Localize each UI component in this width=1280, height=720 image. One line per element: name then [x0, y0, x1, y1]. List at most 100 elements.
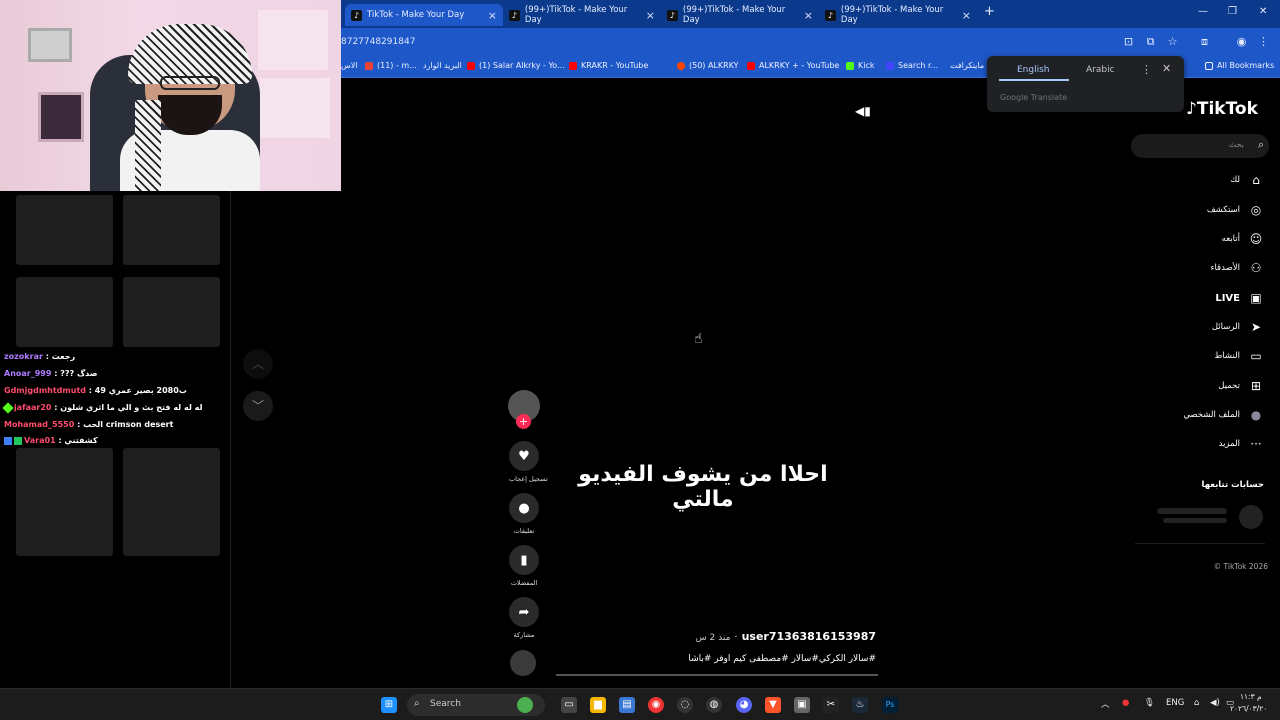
widget-icon	[517, 697, 533, 713]
tray-app-icon[interactable]: ●	[1122, 698, 1129, 708]
translate-icon[interactable]: ⊡	[1121, 34, 1136, 49]
tiktok-icon: ♪	[351, 9, 362, 21]
tab-english[interactable]: English	[1017, 65, 1050, 75]
search-input[interactable]: بحث ⌕	[1131, 134, 1269, 158]
placeholder-tile	[16, 277, 113, 347]
browser-tab[interactable]: ♪ (99+)TikTok - Make Your Day ×	[503, 4, 661, 26]
browser-tab[interactable]: ♪ TikTok - Make Your Day ×	[345, 4, 503, 26]
extensions-icon[interactable]: ⧈	[1197, 34, 1212, 49]
sidebar-item-profile[interactable]: الملف الشخصي ●	[1183, 406, 1264, 424]
close-icon[interactable]: ×	[962, 9, 971, 22]
steam-icon[interactable]: ♨	[852, 697, 868, 713]
sidebar-item-friends[interactable]: الأصدقاء ⚇	[1210, 259, 1264, 277]
close-window-icon[interactable]: ✕	[1259, 6, 1267, 17]
discord-icon[interactable]: ◕	[736, 697, 752, 713]
sidebar-item-upload[interactable]: تحميل ⊞	[1218, 377, 1264, 395]
sidebar-item-live[interactable]: LIVE ▣	[1215, 289, 1264, 307]
restore-icon[interactable]: ❐	[1228, 6, 1237, 17]
bookmark-item[interactable]: (11) - m...	[365, 61, 417, 70]
youtube-icon	[569, 61, 577, 70]
bookmark-item[interactable]: KRAKR - YouTube	[569, 61, 648, 70]
brave-icon[interactable]: ▼	[765, 697, 781, 713]
music-disc-icon[interactable]	[510, 650, 536, 676]
wall-plaque	[38, 92, 84, 142]
sidebar-item-messages[interactable]: الرسائل ➤	[1212, 318, 1264, 336]
volume-icon[interactable]: ◀▮	[855, 104, 871, 118]
close-icon[interactable]: ×	[646, 9, 655, 22]
sidebar-item-activity[interactable]: النشاط ▭	[1214, 347, 1264, 365]
capcut-icon[interactable]: ✂	[823, 697, 839, 713]
star-icon[interactable]: ☆	[1165, 34, 1180, 49]
volume-icon[interactable]: ◀)	[1210, 698, 1220, 708]
minimize-icon[interactable]: —	[1198, 6, 1208, 17]
tiktok-logo[interactable]: ♪TikTok	[1186, 99, 1258, 119]
bookmark-item[interactable]: Kick	[846, 61, 875, 70]
live-tv-icon: ▣	[1250, 291, 1262, 305]
address-bar[interactable]: 8727748291847 ⊡ ⧉ ☆ ⧈ ◉ ⋮	[341, 28, 1280, 56]
file-explorer-icon[interactable]: ▆	[590, 697, 606, 713]
video-time: منذ 2 س	[695, 633, 731, 643]
video-username[interactable]: user71363816153987	[742, 630, 876, 643]
previous-video-button[interactable]: ︿	[243, 349, 273, 379]
translate-popup: English Arabic ⋮ ✕ Google Translate	[987, 56, 1184, 112]
network-icon[interactable]: ⌂	[1194, 698, 1199, 708]
user-follow-icon: ☺	[1249, 232, 1263, 246]
more-options-icon[interactable]: ⋮	[1141, 63, 1152, 76]
windows-start-icon[interactable]: ⊞	[381, 697, 397, 713]
sidebar-item-for-you[interactable]: لك ⌂	[1230, 171, 1264, 189]
menu-icon[interactable]: ⋮	[1256, 34, 1271, 49]
sidebar-item-following[interactable]: أتابعه ☺	[1222, 230, 1264, 248]
meta-separator: ·	[734, 630, 738, 643]
browser-tab[interactable]: ♪ (99+)TikTok - Make Your Day ×	[819, 4, 977, 26]
comments-button[interactable]: ● تعليقات	[509, 493, 539, 535]
search-icon[interactable]: ⌕	[1258, 138, 1264, 152]
chat-message: zozokrar : رجعت	[4, 352, 76, 361]
chat-message: Anoar_999 : ??? صدگ	[4, 369, 98, 378]
profile-avatar-icon[interactable]: ◉	[1234, 34, 1249, 49]
follow-plus-icon[interactable]: +	[516, 414, 531, 429]
bookmark-item[interactable]: ماينكرافت -	[950, 61, 990, 70]
translate-footer: Google Translate	[1000, 93, 1068, 102]
share-button[interactable]: ➦ مشاركة	[509, 597, 539, 639]
bookmark-item[interactable]: Search r...	[886, 61, 938, 70]
bookmark-item[interactable]: الاس	[341, 61, 358, 70]
more-icon: ···	[1250, 437, 1262, 451]
store-icon[interactable]: ▤	[619, 697, 635, 713]
tab-arabic[interactable]: Arabic	[1086, 65, 1115, 75]
mod-badge-icon	[4, 436, 12, 445]
bookmark-item[interactable]: (50) ALKRKY	[677, 61, 739, 70]
chrome-icon[interactable]: ◉	[648, 697, 664, 713]
clock-date[interactable]: ٢٠٢٦/٠٣/٢٠	[1230, 704, 1267, 713]
app-icon[interactable]: ▣	[794, 697, 810, 713]
like-button[interactable]: ♥ تسجيل إعجاب	[509, 441, 548, 483]
favorites-button[interactable]: ▮ المفضلات	[509, 545, 539, 587]
tray-overflow-icon[interactable]: ︿	[1101, 698, 1110, 710]
clock-time[interactable]: م ١١:٣	[1240, 692, 1262, 701]
close-icon[interactable]: ×	[804, 9, 813, 22]
bookmark-item[interactable]: ALKRKY + - YouTube	[747, 61, 839, 70]
app-icon[interactable]: ◌	[677, 697, 693, 713]
taskbar-search[interactable]: ⌕ Search	[407, 694, 545, 716]
new-tab-button[interactable]: +	[984, 4, 995, 19]
photoshop-icon[interactable]: Ps	[882, 697, 898, 713]
close-icon[interactable]: ✕	[1162, 62, 1171, 75]
close-icon[interactable]: ×	[488, 9, 497, 22]
video-progress-bar[interactable]	[556, 674, 878, 676]
next-video-button[interactable]: ﹀	[243, 391, 273, 421]
sidebar-item-explore[interactable]: استكشف ◎	[1207, 201, 1264, 219]
microphone-icon[interactable]: 🎙	[1144, 698, 1155, 708]
url-text[interactable]: 8727748291847	[341, 37, 415, 47]
cast-icon[interactable]: ⧉	[1143, 34, 1158, 49]
language-indicator[interactable]: ENG	[1166, 698, 1184, 708]
kick-icon	[846, 61, 854, 70]
browser-tab[interactable]: ♪ (99+)TikTok - Make Your Day ×	[661, 4, 819, 26]
all-bookmarks[interactable]: All Bookmarks	[1205, 61, 1274, 70]
bookmark-item[interactable]: البريد الوارد	[423, 61, 462, 70]
sidebar-item-more[interactable]: المزيد ···	[1219, 435, 1264, 453]
search-icon	[886, 61, 894, 70]
task-view-icon[interactable]: ▭	[561, 697, 577, 713]
copyright-text: © TikTok 2026	[1213, 562, 1268, 571]
obs-icon[interactable]: ◍	[706, 697, 722, 713]
bookmark-item[interactable]: (1) Salar Alkrky - Yo...	[467, 61, 565, 70]
skeleton-line	[1157, 508, 1227, 514]
